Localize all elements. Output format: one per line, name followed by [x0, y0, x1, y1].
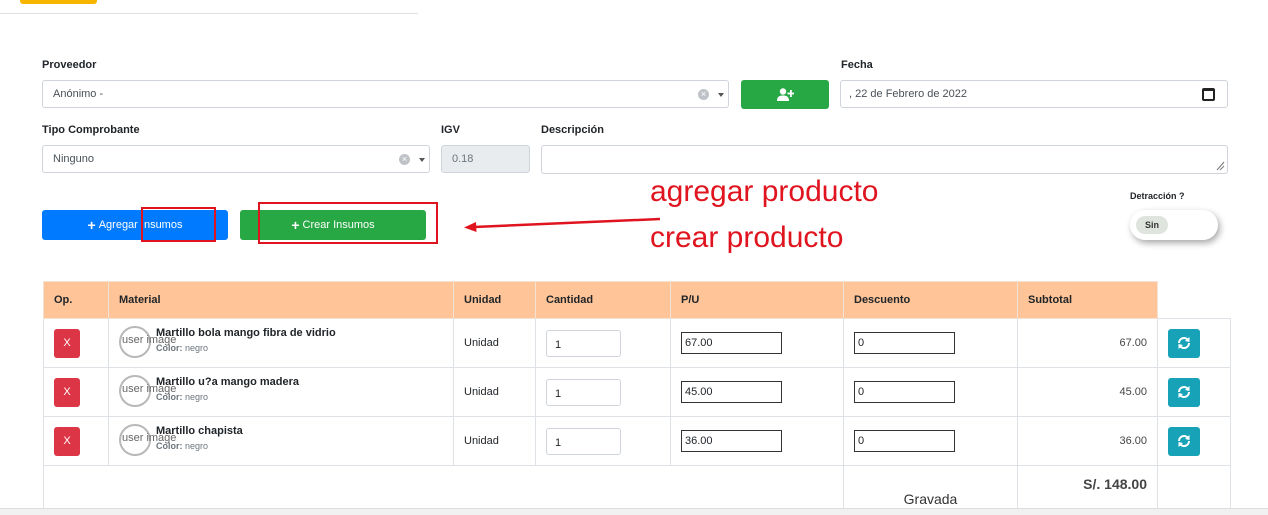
- header-op: Op.: [43, 281, 109, 319]
- detraccion-toggle[interactable]: Sin: [1130, 210, 1218, 240]
- descripcion-label: Descripción: [541, 124, 604, 136]
- sync-icon: [1178, 337, 1190, 349]
- sync-icon: [1178, 386, 1190, 398]
- header-material: Material: [108, 281, 454, 319]
- clear-icon[interactable]: ×: [399, 154, 410, 165]
- material-cell: user image Martillo chapista Color: negr…: [108, 416, 454, 466]
- plus-icon: +: [87, 217, 96, 233]
- igv-input: 0.18: [441, 145, 530, 173]
- fecha-label: Fecha: [841, 59, 873, 71]
- table-row: X user image Martillo chapista Color: ne…: [43, 416, 1231, 466]
- cantidad-input[interactable]: 1: [546, 329, 621, 357]
- descuento-cell: 0: [843, 367, 1018, 417]
- descuento-input[interactable]: 0: [854, 381, 955, 403]
- subtotal-cell: 36.00: [1017, 416, 1158, 466]
- material-name: Martillo u?a mango madera: [156, 376, 300, 388]
- actions-cell: [1157, 416, 1231, 466]
- pu-input[interactable]: 67.00: [681, 332, 782, 354]
- header-unidad: Unidad: [453, 281, 536, 319]
- fecha-value: , 22 de Febrero de 2022: [849, 88, 968, 100]
- op-cell: X: [43, 318, 109, 368]
- header-cantidad: Cantidad: [535, 281, 671, 319]
- descuento-input[interactable]: 0: [854, 430, 955, 452]
- annotation-arrow-icon: [464, 217, 661, 232]
- remove-row-button[interactable]: X: [54, 426, 80, 456]
- material-name: Martillo chapista: [156, 425, 243, 437]
- calendar-icon[interactable]: [1202, 88, 1215, 101]
- header-descuento: Descuento: [843, 281, 1018, 319]
- header-subtotal: Subtotal: [1017, 281, 1158, 319]
- refresh-button[interactable]: [1168, 426, 1200, 456]
- bottom-bar: [0, 508, 1268, 515]
- cantidad-input[interactable]: 1: [546, 427, 621, 455]
- subtotal-cell: 67.00: [1017, 318, 1158, 368]
- annotation-box-agregar: [141, 207, 216, 242]
- annotation-text-crear: crear producto: [650, 221, 844, 254]
- pu-input[interactable]: 36.00: [681, 430, 782, 452]
- annotation-box-crear: [258, 202, 438, 244]
- header-pu: P/U: [670, 281, 844, 319]
- user-plus-icon: [776, 88, 794, 101]
- chevron-down-icon: [718, 93, 724, 97]
- material-name: Martillo bola mango fibra de vidrio: [156, 327, 336, 339]
- unidad-cell: Unidad: [453, 367, 536, 417]
- top-divider: [0, 13, 418, 14]
- descuento-cell: 0: [843, 416, 1018, 466]
- cantidad-input[interactable]: 1: [546, 378, 621, 406]
- tipo-comprobante-value: Ninguno: [53, 153, 94, 165]
- table-header-row: Op. Material Unidad Cantidad P/U Descuen…: [43, 281, 1231, 319]
- cantidad-cell: 1: [535, 367, 671, 417]
- tipo-comprobante-select[interactable]: Ninguno ×: [42, 145, 430, 173]
- material-cell: user image Martillo u?a mango madera Col…: [108, 367, 454, 417]
- subtotal-cell: 45.00: [1017, 367, 1158, 417]
- sync-icon: [1178, 435, 1190, 447]
- unidad-cell: Unidad: [453, 416, 536, 466]
- resize-grip-icon[interactable]: [1215, 160, 1225, 171]
- refresh-button[interactable]: [1168, 377, 1200, 407]
- table-row: X user image Martillo bola mango fibra d…: [43, 318, 1231, 368]
- actions-cell: [1157, 367, 1231, 417]
- remove-row-button[interactable]: X: [54, 328, 80, 358]
- annotation-text-agregar: agregar producto: [650, 175, 879, 208]
- cantidad-cell: 1: [535, 318, 671, 368]
- igv-label: IGV: [441, 124, 460, 136]
- igv-value: 0.18: [452, 153, 474, 165]
- toggle-knob: Sin: [1136, 216, 1168, 234]
- proveedor-label: Proveedor: [42, 59, 97, 71]
- proveedor-select[interactable]: Anónimo - ×: [42, 80, 729, 108]
- unidad-cell: Unidad: [453, 318, 536, 368]
- remove-row-button[interactable]: X: [54, 377, 80, 407]
- table-row: X user image Martillo u?a mango madera C…: [43, 367, 1231, 417]
- header-actions: [1157, 281, 1231, 319]
- chevron-down-icon: [419, 158, 425, 162]
- material-color: Color: negro: [156, 343, 209, 353]
- cantidad-cell: 1: [535, 416, 671, 466]
- actions-cell: [1157, 318, 1231, 368]
- detraccion-label: Detracción ?: [1130, 191, 1185, 201]
- refresh-button[interactable]: [1168, 328, 1200, 358]
- top-accent-bar: [20, 0, 97, 4]
- pu-cell: 67.00: [670, 318, 844, 368]
- pu-cell: 45.00: [670, 367, 844, 417]
- proveedor-value: Anónimo -: [53, 88, 104, 100]
- material-color: Color: negro: [156, 392, 209, 402]
- descripcion-textarea[interactable]: [541, 145, 1228, 174]
- descuento-input[interactable]: 0: [854, 332, 955, 354]
- pu-input[interactable]: 45.00: [681, 381, 782, 403]
- add-proveedor-button[interactable]: [741, 80, 829, 109]
- insumos-table: Op. Material Unidad Cantidad P/U Descuen…: [43, 281, 1231, 515]
- op-cell: X: [43, 416, 109, 466]
- material-cell: user image Martillo bola mango fibra de …: [108, 318, 454, 368]
- tipo-comprobante-label: Tipo Comprobante: [42, 124, 140, 136]
- material-color: Color: negro: [156, 441, 209, 451]
- pu-cell: 36.00: [670, 416, 844, 466]
- fecha-input[interactable]: , 22 de Febrero de 2022: [840, 80, 1228, 108]
- op-cell: X: [43, 367, 109, 417]
- descuento-cell: 0: [843, 318, 1018, 368]
- clear-icon[interactable]: ×: [698, 89, 709, 100]
